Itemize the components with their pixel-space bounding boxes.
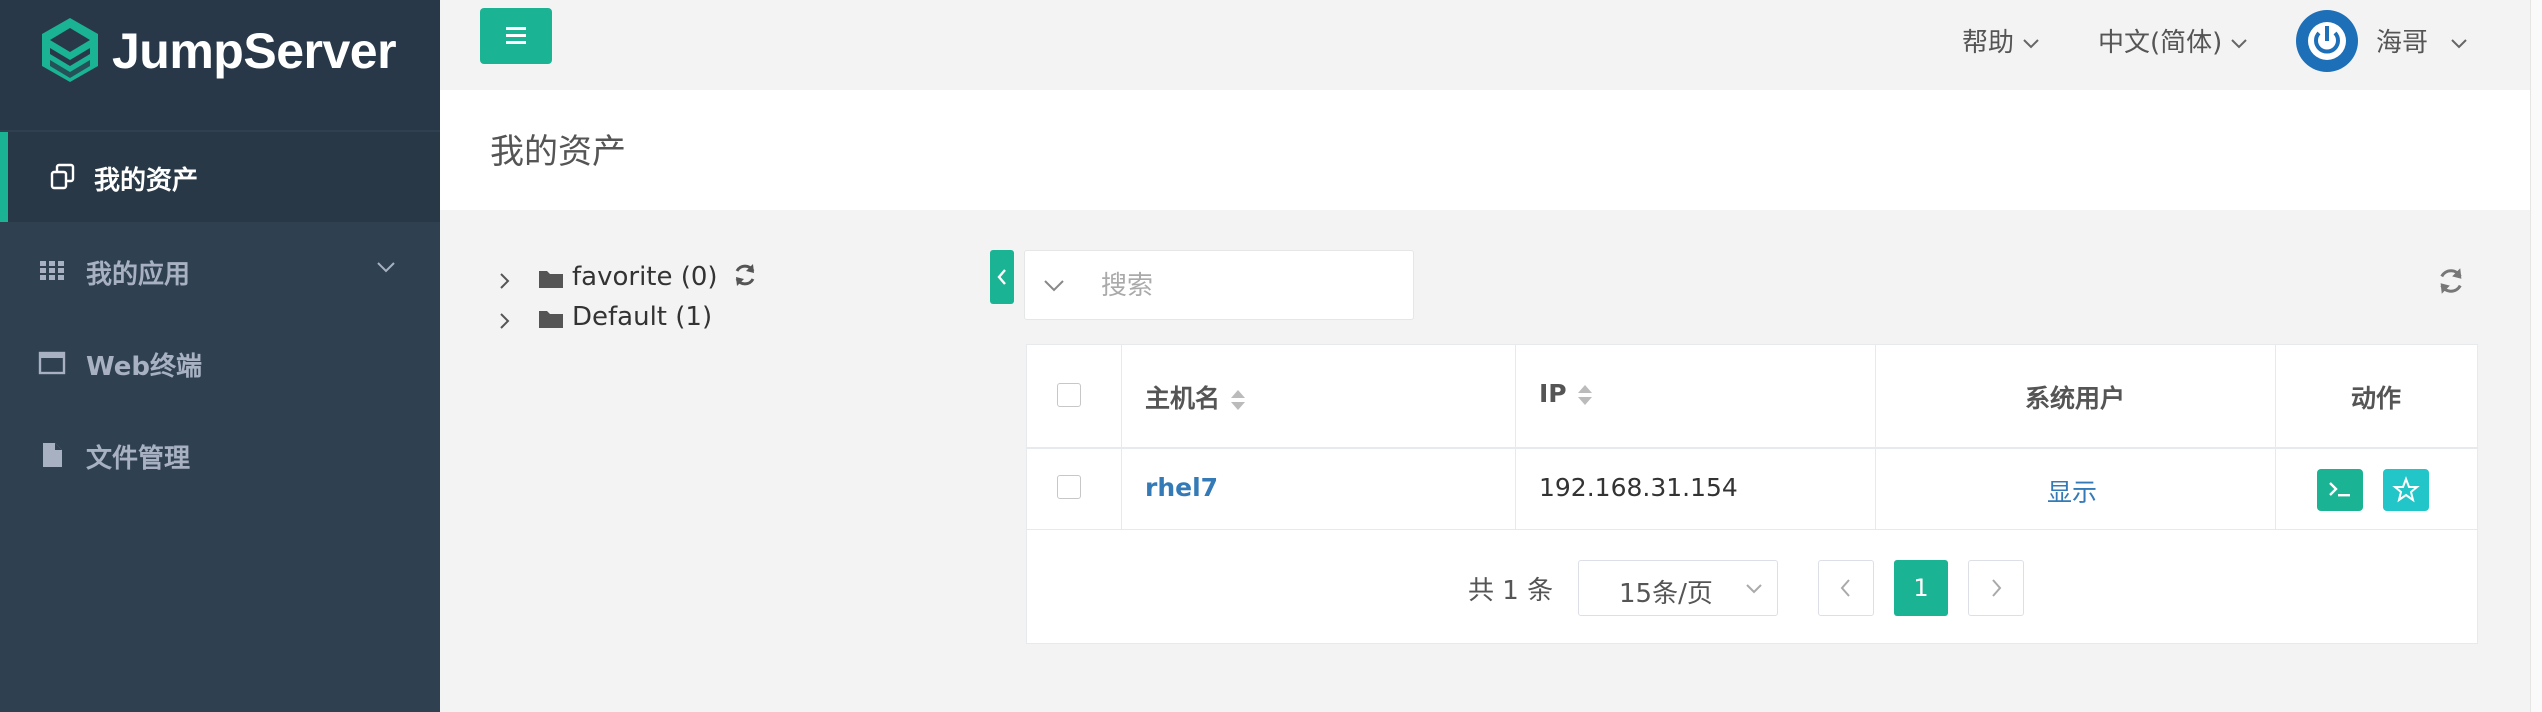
sidebar-item-label: 我的应用 [86,260,191,290]
row-checkbox[interactable] [1057,475,1081,499]
search-box[interactable] [1024,250,1414,320]
chevron-down-icon [2231,38,2248,48]
sidebar-item-my-apps[interactable]: 我的应用 [0,226,440,316]
sidebar: JumpServer 我的资产 我的应用 Web终端 文件管理 [0,0,440,712]
page-title: 我的资产 [490,132,626,172]
user-name: 海哥 [2376,28,2429,58]
sidebar-item-label: Web终端 [86,352,202,382]
language-label: 中文(简体) [2098,28,2223,58]
column-header-actions: 动作 [2351,384,2402,413]
search-input[interactable] [1099,263,1403,309]
sidebar-item-label: 我的资产 [94,166,199,196]
help-label: 帮助 [1962,28,2015,58]
power-icon [2308,22,2346,60]
sidebar-item-web-terminal[interactable]: Web终端 [0,318,440,408]
caret-right-icon[interactable] [498,272,512,290]
chevron-left-icon [1840,579,1850,597]
table-row: rhel7 192.168.31.154 显示 [1027,447,2477,530]
folder-icon [539,271,563,288]
scrollbar[interactable] [2530,0,2542,712]
assets-icon [50,163,75,190]
logo-area: JumpServer [0,0,440,130]
grid-icon [40,261,64,280]
sidebar-item-file-manager[interactable]: 文件管理 [0,410,440,500]
column-divider [1515,345,1516,529]
page-size-value: 15条/页 [1619,579,1713,609]
column-header-hostname[interactable]: 主机名 [1145,379,1246,415]
chevron-left-icon [997,269,1006,285]
table-header-row: 主机名 IP 系统用户 动作 [1027,345,2477,449]
terminal-icon [2329,482,2350,497]
select-all-checkbox[interactable] [1057,383,1081,407]
pagination-total: 共 1 条 [1468,576,1554,606]
language-dropdown[interactable]: 中文(简体) [2098,22,2248,59]
hostname-link[interactable]: rhel7 [1145,473,1218,502]
page-size-select[interactable]: 15条/页 [1578,560,1778,616]
page-header: 我的资产 [440,90,2530,210]
logo-text: JumpServer [112,23,397,79]
column-divider [1875,345,1876,529]
column-divider [1121,345,1122,529]
folder-icon [539,311,563,328]
tree-collapse-button[interactable] [990,250,1014,304]
refresh-table-icon[interactable] [2436,266,2466,296]
avatar[interactable] [2296,10,2358,72]
caret-right-icon[interactable] [498,312,512,330]
sort-icon [1577,385,1592,405]
connect-terminal-button[interactable] [2317,469,2363,511]
sort-icon [1231,390,1246,410]
next-page-button[interactable] [1968,560,2024,616]
sidebar-item-my-assets[interactable]: 我的资产 [0,132,440,222]
chevron-down-icon [2451,38,2467,48]
favorite-button[interactable] [2383,469,2429,511]
column-header-system-user: 系统用户 [2025,384,2126,413]
chevron-down-icon [2023,38,2039,48]
refresh-icon[interactable] [732,262,758,288]
current-page-button[interactable]: 1 [1894,560,1948,616]
terminal-window-icon [38,351,66,375]
tree-node-label: favorite (0) [572,262,758,292]
star-icon [2392,476,2420,503]
prev-page-button[interactable] [1818,560,1874,616]
chevron-down-icon[interactable] [1043,279,1065,293]
column-divider [2275,345,2276,529]
file-icon [43,443,62,467]
chevron-down-icon [1746,584,1762,594]
chevron-down-icon [377,262,395,273]
hamburger-icon [506,27,526,44]
show-system-user-link[interactable]: 显示 [2047,473,2097,509]
column-header-ip[interactable]: IP [1539,379,1593,408]
jumpserver-logo-icon [42,18,98,82]
tree-node-label: Default (1) [572,302,713,332]
sidebar-item-label: 文件管理 [86,444,191,474]
user-dropdown[interactable]: 海哥 [2376,22,2468,59]
ip-cell: 192.168.31.154 [1539,473,1738,502]
help-dropdown[interactable]: 帮助 [1962,22,2040,59]
chevron-right-icon [1992,579,2002,597]
menu-toggle-button[interactable] [480,8,552,64]
